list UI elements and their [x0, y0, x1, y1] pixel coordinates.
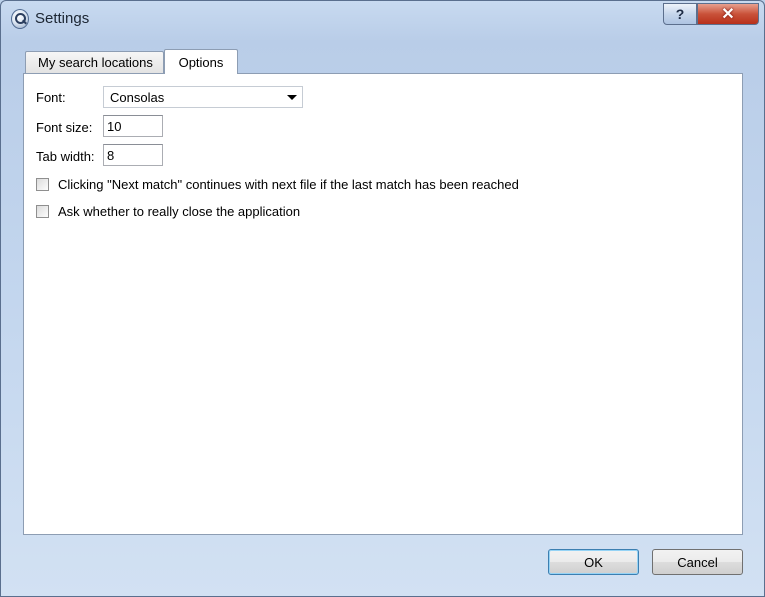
font-size-label: Font size:: [36, 120, 93, 135]
tab-my-search-locations[interactable]: My search locations: [25, 51, 164, 73]
next-match-checkbox[interactable]: [36, 178, 49, 191]
cancel-button[interactable]: Cancel: [652, 549, 743, 575]
font-label: Font:: [36, 90, 66, 105]
close-button[interactable]: ✕: [697, 3, 759, 25]
tab-width-label: Tab width:: [36, 149, 95, 164]
confirm-close-option[interactable]: Ask whether to really close the applicat…: [36, 204, 300, 219]
confirm-close-checkbox[interactable]: [36, 205, 49, 218]
settings-dialog: Settings ? ✕ My search locations Options…: [0, 0, 765, 597]
ok-button[interactable]: OK: [548, 549, 639, 575]
tab-options[interactable]: Options: [164, 49, 238, 74]
confirm-close-label: Ask whether to really close the applicat…: [58, 204, 301, 219]
search-app-icon: [11, 9, 29, 29]
window-title: Settings: [35, 10, 90, 27]
tab-width-input[interactable]: [103, 144, 163, 166]
chevron-down-icon: [287, 95, 297, 100]
next-match-option[interactable]: Clicking "Next match" continues with nex…: [36, 177, 519, 192]
help-button[interactable]: ?: [663, 3, 697, 25]
font-dropdown[interactable]: Consolas: [103, 86, 303, 108]
font-dropdown-value: Consolas: [110, 89, 165, 105]
font-size-input[interactable]: [103, 115, 163, 137]
title-bar[interactable]: Settings ? ✕: [1, 1, 764, 37]
options-panel: Font: Consolas Font size: Tab width: Cli…: [23, 73, 743, 535]
next-match-label: Clicking "Next match" continues with nex…: [58, 177, 519, 192]
